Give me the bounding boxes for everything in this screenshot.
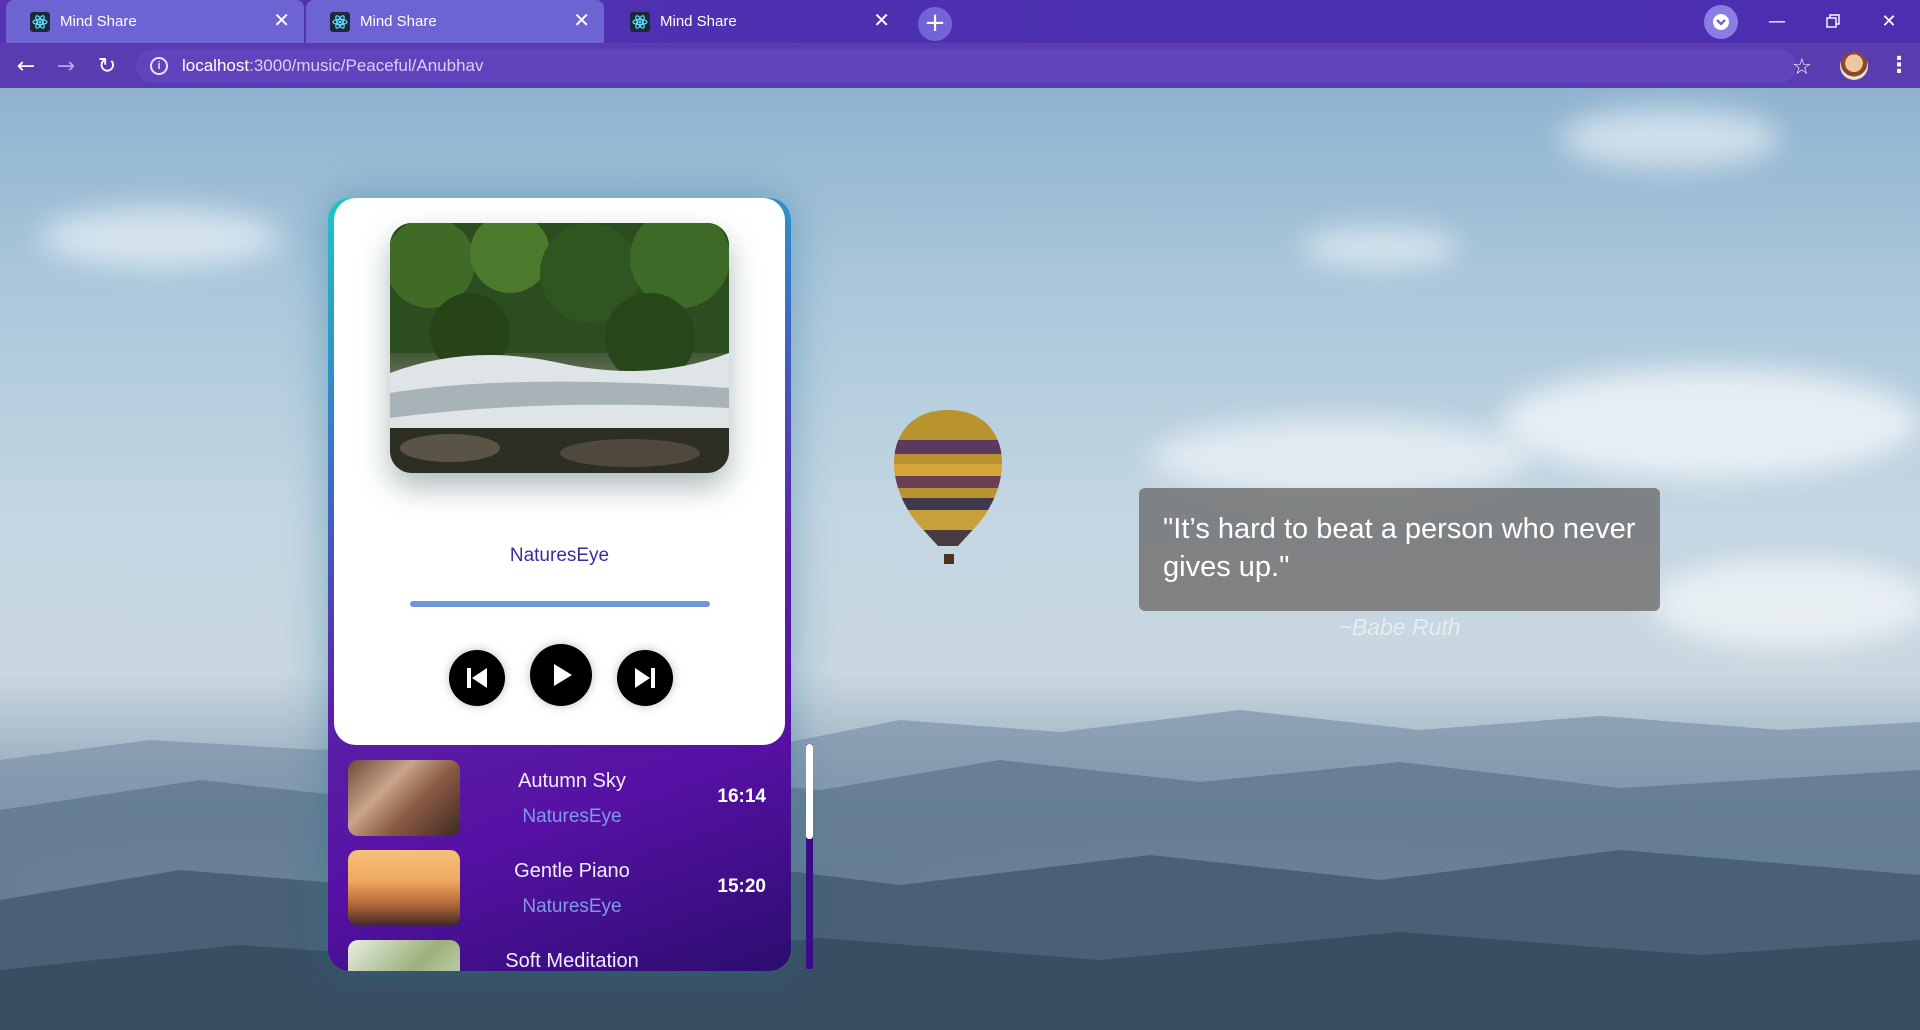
close-tab-icon[interactable]: ✕ — [573, 11, 590, 31]
track-title: Gentle Piano — [514, 860, 630, 882]
quote-text: "It’s hard to beat a person who never gi… — [1163, 513, 1636, 583]
page-background: NaturesEye Autumn Sky NaturesEye 16:14 G… — [0, 88, 1920, 1030]
track-thumbnail — [348, 760, 460, 836]
play-icon — [554, 664, 572, 686]
tab-title: Mind Share — [60, 13, 137, 30]
url-host: localhost — [182, 56, 250, 75]
cloud — [1300, 228, 1460, 268]
tab-title: Mind Share — [660, 13, 737, 30]
track-artist: NaturesEye — [522, 896, 622, 917]
browser-tab-1[interactable]: Mind Share ✕ — [6, 0, 304, 43]
quote-author: ~Babe Ruth — [1338, 614, 1461, 640]
info-icon[interactable]: i — [150, 57, 168, 75]
close-icon: ✕ — [1881, 10, 1897, 32]
cloud — [1500, 368, 1920, 478]
minimize-icon: — — [1768, 10, 1786, 32]
cloud — [1650, 558, 1920, 648]
album-art — [390, 223, 729, 473]
track-duration: 15:20 — [717, 876, 766, 897]
cloud — [40, 208, 280, 268]
mountain-range — [0, 710, 1920, 1030]
plus-icon: + — [924, 8, 946, 38]
browser-tab-3[interactable]: Mind Share ✕ — [606, 0, 904, 43]
url-path: :3000/music/Peaceful/Anubhav — [249, 56, 484, 75]
address-toolbar: ← → ↻ i localhost:3000/music/Peaceful/An… — [0, 43, 1920, 88]
close-tab-icon[interactable]: ✕ — [873, 11, 890, 31]
track-title: Autumn Sky — [518, 770, 626, 792]
chevron-down-icon — [1713, 14, 1729, 30]
close-window-button[interactable]: ✕ — [1866, 4, 1912, 38]
new-tab-button[interactable]: + — [918, 7, 952, 41]
progress-bar[interactable] — [410, 601, 710, 607]
browser-tab-2[interactable]: Mind Share ✕ — [306, 0, 604, 43]
react-atom-icon — [630, 11, 650, 32]
hot-air-balloon-image — [894, 410, 1002, 564]
restore-button[interactable] — [1810, 4, 1856, 38]
track-title: Soft Meditation — [505, 950, 639, 971]
track-artist: NaturesEye — [522, 806, 622, 827]
now-playing-panel: NaturesEye — [334, 198, 785, 745]
next-button[interactable] — [617, 650, 673, 706]
now-playing-artist: NaturesEye — [509, 545, 610, 566]
tab-title: Mind Share — [360, 13, 437, 30]
skip-forward-icon — [635, 668, 655, 688]
restore-icon — [1826, 14, 1840, 28]
playlist-item[interactable]: Gentle Piano NaturesEye 15:20 — [342, 850, 766, 930]
close-tab-icon[interactable]: ✕ — [273, 11, 290, 31]
skip-back-icon — [467, 668, 487, 688]
reload-button[interactable]: ↻ — [91, 50, 123, 82]
forward-button[interactable]: → — [50, 50, 82, 82]
react-atom-icon — [30, 11, 50, 32]
address-bar[interactable]: i localhost:3000/music/Peaceful/Anubhav — [136, 49, 1796, 83]
cloud — [1150, 418, 1530, 498]
avatar[interactable] — [1840, 52, 1868, 80]
play-button[interactable] — [530, 644, 592, 706]
kebab-menu-icon[interactable]: ⋮ — [1888, 53, 1910, 78]
back-arrow-icon: ← — [16, 53, 36, 79]
tab-search-button[interactable] — [1704, 5, 1738, 39]
quote-box: "It’s hard to beat a person who never gi… — [1139, 488, 1660, 611]
playlist-item[interactable]: Autumn Sky NaturesEye 16:14 — [342, 760, 766, 840]
scrollbar-thumb[interactable] — [806, 744, 813, 839]
minimize-button[interactable]: — — [1754, 4, 1800, 38]
track-thumbnail — [348, 940, 460, 971]
track-duration: 16:14 — [717, 786, 766, 807]
music-player-card: NaturesEye Autumn Sky NaturesEye 16:14 G… — [328, 198, 791, 971]
tab-strip: Mind Share ✕ Mind Share ✕ Mind Share ✕ + — [0, 0, 1920, 43]
forward-arrow-icon: → — [56, 53, 76, 79]
reload-icon: ↻ — [97, 53, 117, 79]
track-thumbnail — [348, 850, 460, 926]
previous-button[interactable] — [449, 650, 505, 706]
cloud — [1560, 108, 1780, 168]
react-atom-icon — [330, 11, 350, 32]
playlist-scrollbar[interactable] — [806, 744, 813, 969]
forest-river-image — [390, 223, 729, 473]
playlist-item[interactable]: Soft Meditation — [342, 940, 762, 971]
star-icon[interactable]: ☆ — [1792, 55, 1812, 80]
back-button[interactable]: ← — [10, 50, 42, 82]
